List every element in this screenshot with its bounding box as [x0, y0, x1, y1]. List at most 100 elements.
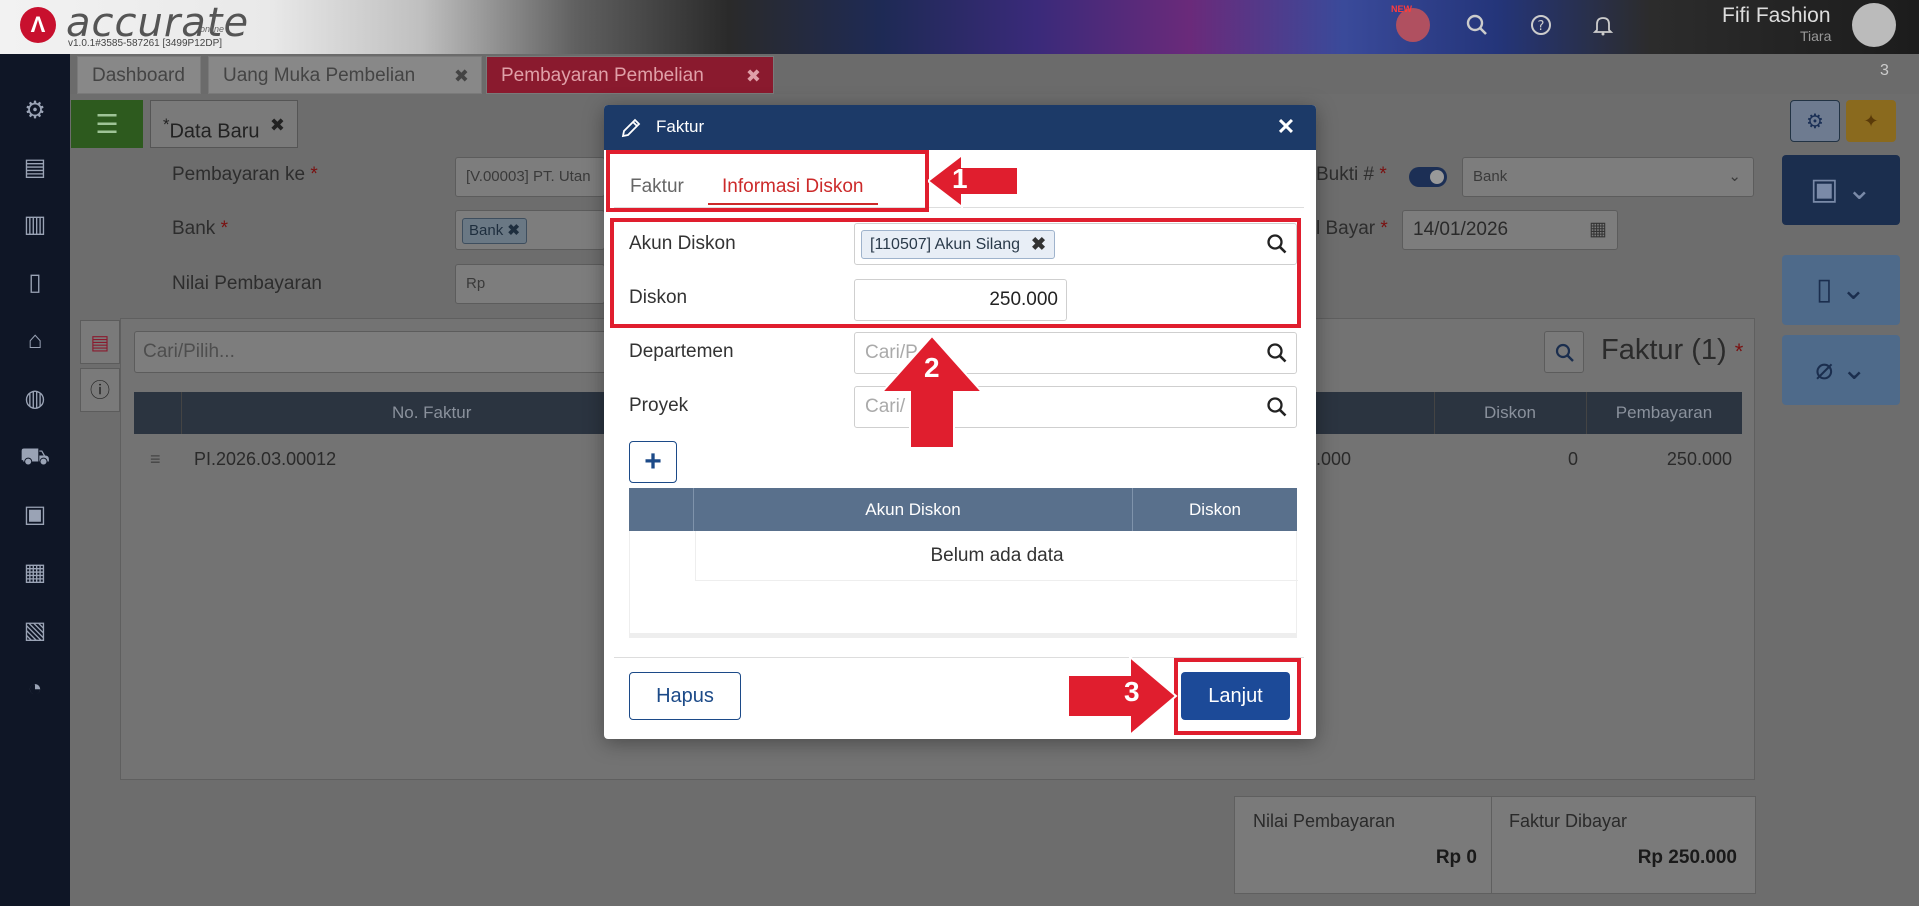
inventory-icon[interactable]: ▦ [14, 552, 56, 594]
tips-button[interactable]: ✦ [1846, 100, 1896, 142]
close-icon[interactable]: ✖ [507, 222, 520, 239]
nilai-pembayaran-label: Nilai Pembayaran [172, 273, 322, 294]
dialog-title: Faktur [656, 117, 705, 136]
highlight-box-fields [610, 218, 1301, 328]
drag-handle-icon[interactable]: ≡ [150, 434, 161, 484]
cell-diskon: 0 [1567, 449, 1578, 469]
close-icon[interactable]: ✖ [746, 57, 761, 95]
vendor-field[interactable]: [V.00003] PT. Utan [455, 157, 605, 197]
close-icon[interactable]: ✖ [270, 101, 285, 149]
list-icon[interactable]: ☰ [71, 100, 143, 148]
tab-label: Dashboard [92, 65, 185, 86]
cell-pembayaran: 250.000 [1666, 449, 1732, 469]
search-icon[interactable] [1266, 342, 1288, 364]
save-button[interactable]: ▣ ⌄ [1782, 155, 1900, 225]
new-badge: NEW [1391, 4, 1412, 14]
attachment-button[interactable]: ⌀ ⌄ [1782, 335, 1900, 405]
grid-search-button[interactable] [1544, 331, 1584, 373]
tab-label: Uang Muka Pembelian [223, 65, 416, 86]
doc-tab-label: Data Baru [169, 120, 260, 143]
cash-register-icon[interactable]: ▤ [14, 147, 56, 189]
company-name[interactable]: Fifi Fashion [1722, 4, 1831, 28]
cell-partial: .000 [1316, 449, 1352, 469]
highlight-box-lanjut [1174, 658, 1301, 735]
user-name: Tiara [1800, 28, 1832, 44]
proyek-label: Proyek [629, 395, 689, 416]
cart-icon[interactable]: ⛟ [14, 436, 56, 478]
tab-uang-muka-pembelian[interactable]: Uang Muka Pembelian ✖ [208, 56, 482, 94]
lightbulb-icon: ✦ [1863, 111, 1879, 131]
faktur-tab-icon[interactable]: ▤ [80, 320, 120, 364]
building-icon[interactable]: ▥ [14, 204, 56, 246]
summary-panel: Nilai Pembayaran Rp 0 Faktur Dibayar Rp … [1234, 796, 1756, 894]
departemen-label: Departemen [629, 341, 734, 362]
search-icon [1555, 343, 1574, 362]
col-diskon: Diskon [1484, 403, 1536, 422]
add-diskon-button[interactable]: + [629, 441, 677, 483]
bukti-select[interactable]: Bank ⌄ [1462, 157, 1754, 197]
settings-button[interactable]: ⚙ [1790, 100, 1840, 142]
svg-text:?: ? [1538, 19, 1545, 34]
cell-no-faktur: PI.2026.03.00012 [194, 449, 337, 469]
document-icon: ▯ ⌄ [1816, 273, 1866, 306]
info-icon[interactable]: ⓘ [80, 368, 120, 412]
summary-nilai-label: Nilai Pembayaran [1253, 811, 1396, 831]
shopping-bag-icon[interactable]: ▣ [14, 494, 56, 536]
report-icon[interactable]: ◔ [14, 668, 56, 710]
close-icon[interactable]: ✕ [1270, 111, 1302, 143]
diskon-table-header: Akun Diskon Diskon [629, 488, 1297, 531]
pencil-icon [620, 113, 644, 139]
save-icon: ▣ ⌄ [1810, 173, 1872, 206]
col-pembayaran: Pembayaran [1615, 403, 1713, 422]
diskon-table-body: Belum ada data [629, 531, 1298, 638]
bank-chip: Bank ✖ [462, 218, 527, 244]
bank-field[interactable]: Bank ✖ [455, 210, 605, 250]
bank-label: Bank * [172, 218, 228, 239]
col-akun-diskon: Akun Diskon [694, 488, 1133, 531]
bank-icon[interactable]: ⌂ [14, 320, 56, 362]
tab-count[interactable]: 3 [1880, 62, 1889, 80]
search-icon[interactable] [1266, 396, 1288, 418]
version-text: v1.0.1#3585-587261 [3499P12DP] [68, 38, 223, 49]
empty-state: Belum ada data [695, 531, 1298, 581]
summary-faktur-label: Faktur Dibayar [1509, 811, 1628, 831]
money-bag-icon[interactable]: ◍ [14, 378, 56, 420]
chevron-down-icon: ⌄ [1728, 168, 1741, 185]
top-bar [0, 0, 1919, 54]
accurate-logo-icon[interactable]: Λ [20, 7, 56, 43]
arrow-left-icon [928, 153, 1019, 209]
arrow-right-icon [1067, 655, 1178, 737]
col-diskon: Diskon [1189, 500, 1241, 519]
tab-dashboard[interactable]: Dashboard [77, 56, 201, 94]
ledger-icon[interactable]: ▯ [14, 262, 56, 304]
brand-sub: online [200, 24, 225, 34]
bell-icon[interactable] [1586, 8, 1620, 42]
nilai-pembayaran-input[interactable]: Rp [455, 264, 605, 304]
tab-label: Pembayaran Pembelian [501, 65, 704, 86]
paperclip-icon: ⌀ ⌄ [1815, 353, 1867, 386]
col-no-faktur: No. Faktur [392, 403, 472, 422]
settings-icon[interactable]: ⚙ [14, 90, 56, 132]
dialog-header: Faktur ✕ [604, 105, 1316, 150]
highlight-box-tab [606, 150, 929, 212]
search-icon[interactable] [1460, 8, 1494, 42]
help-icon[interactable]: ? [1524, 8, 1558, 42]
bukti-label: Bukti # * [1316, 164, 1387, 185]
step-label-1: 1 [952, 163, 968, 194]
bukti-value: Bank [1473, 168, 1508, 185]
tab-pembayaran-pembelian[interactable]: Pembayaran Pembelian ✖ [486, 56, 774, 94]
summary-nilai-value: Rp 0 [1435, 847, 1477, 868]
doc-tab-data-baru[interactable]: *Data Baru ✖ [150, 100, 298, 148]
search-invoice-input[interactable]: Cari/Pilih... [134, 331, 614, 373]
step-label-3: 3 [1124, 676, 1140, 707]
print-button[interactable]: ▯ ⌄ [1782, 255, 1900, 325]
close-icon[interactable]: ✖ [454, 57, 469, 95]
tax-icon[interactable]: ▧ [14, 610, 56, 652]
step-label-2: 2 [924, 352, 940, 383]
avatar[interactable] [1852, 3, 1896, 47]
calendar-icon[interactable]: ▦ [1589, 211, 1607, 249]
bukti-toggle[interactable] [1409, 167, 1447, 187]
hapus-button[interactable]: Hapus [629, 672, 741, 720]
tanggal-bayar-input[interactable]: 14/01/2026 ▦ [1402, 210, 1618, 250]
pembayaran-ke-label: Pembayaran ke * [172, 164, 318, 185]
